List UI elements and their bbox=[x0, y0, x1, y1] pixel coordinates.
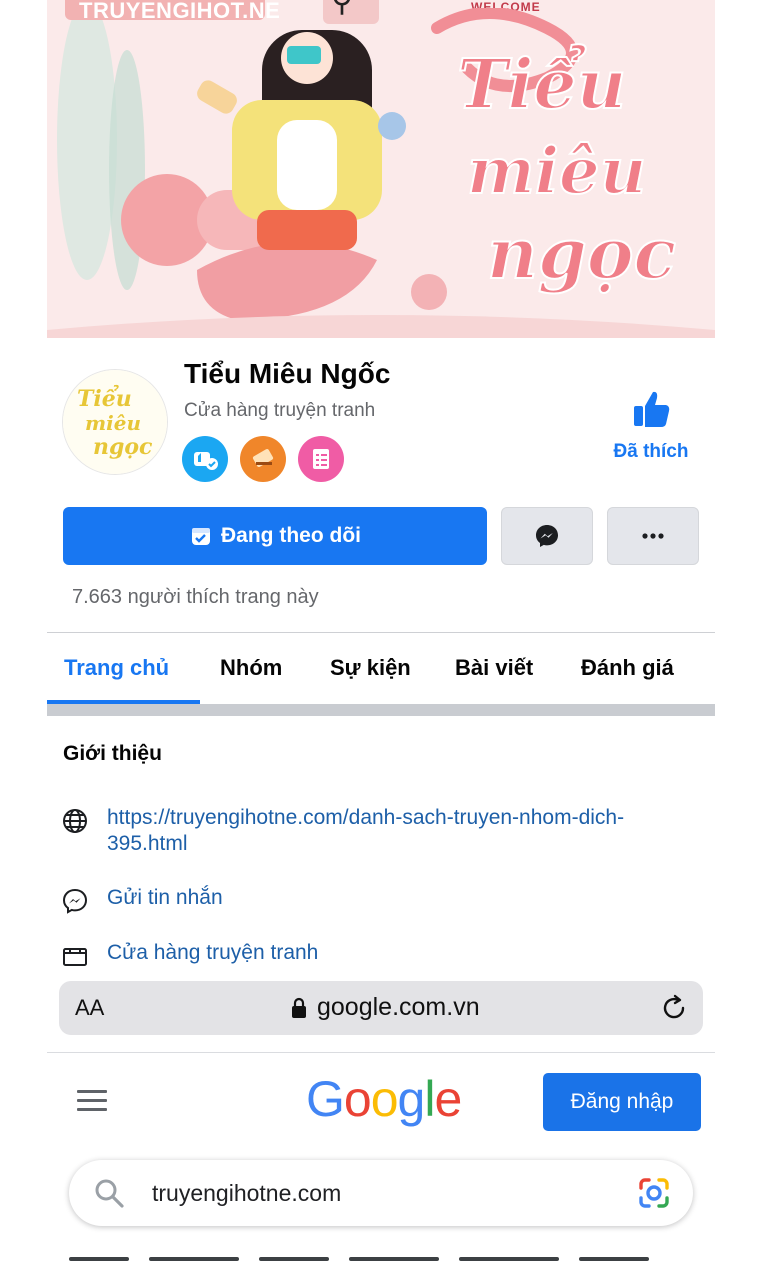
google-logo-letter: o bbox=[343, 1071, 372, 1127]
avatar-line2: miêu bbox=[85, 411, 141, 435]
intro-website-row: https://truyengihotne.com/danh-sach-truy… bbox=[61, 805, 667, 857]
google-logo-letter: g bbox=[397, 1071, 426, 1127]
tab-groups[interactable]: Nhóm bbox=[220, 655, 282, 681]
facebook-page-screen: TRUYENGIHOT.NE ⚲ WELCOME Tiểu miêu ngọc … bbox=[47, 0, 715, 1261]
cover-brand-text: TRUYENGIHOT.NE bbox=[79, 0, 281, 23]
text-size-button[interactable]: AA bbox=[75, 995, 104, 1021]
cover-script-logo: Tiểu miêu ngọc bbox=[431, 8, 677, 296]
google-logo[interactable]: Google bbox=[306, 1070, 462, 1128]
cover-brand-tag: TRUYENGIHOT.NE bbox=[65, 0, 280, 23]
category-link[interactable]: Cửa hàng truyện tranh bbox=[107, 940, 318, 966]
google-top-border bbox=[47, 1052, 715, 1053]
more-options-button[interactable] bbox=[607, 507, 699, 565]
thumbs-up-icon bbox=[634, 391, 670, 427]
checklist-badge-icon[interactable] bbox=[298, 436, 344, 482]
page-avatar[interactable]: Tiểu miêu ngọc bbox=[62, 369, 168, 475]
section-separator bbox=[47, 704, 715, 716]
following-button[interactable]: Đang theo dõi bbox=[63, 507, 487, 565]
intro-heading: Giới thiệu bbox=[63, 742, 162, 765]
avatar-line1: Tiểu bbox=[77, 384, 132, 412]
cover-search-tag: ⚲ bbox=[323, 0, 379, 24]
cover-search-icon: ⚲ bbox=[331, 0, 353, 18]
following-check-icon bbox=[192, 528, 210, 545]
badge-row bbox=[182, 436, 344, 484]
sign-in-label: Đăng nhập bbox=[570, 1090, 674, 1113]
top-fan-badge-icon[interactable] bbox=[182, 436, 228, 482]
tab-home[interactable]: Trang chủ bbox=[64, 655, 169, 681]
liked-label: Đã thích bbox=[613, 441, 689, 462]
search-input[interactable]: truyengihotne.com bbox=[152, 1180, 341, 1207]
search-icon bbox=[95, 1179, 124, 1208]
cut-off-text-row bbox=[69, 1246, 689, 1261]
globe-icon bbox=[63, 809, 87, 833]
page-title: Tiểu Miêu Ngốc bbox=[184, 358, 391, 389]
likes-count: 7.663 người thích trang này bbox=[72, 586, 319, 608]
menu-hamburger-icon[interactable] bbox=[77, 1090, 107, 1114]
messenger-outline-icon bbox=[62, 888, 88, 914]
google-search-box[interactable]: truyengihotne.com bbox=[69, 1160, 693, 1226]
send-message-link[interactable]: Gửi tin nhắn bbox=[107, 885, 223, 911]
cover-script-line3: ngọc bbox=[487, 212, 676, 295]
tab-events[interactable]: Sự kiện bbox=[330, 655, 411, 681]
intro-category-row: Cửa hàng truyện tranh bbox=[61, 940, 318, 970]
google-lens-icon[interactable] bbox=[637, 1176, 671, 1210]
cover-script-line2: miêu bbox=[467, 134, 646, 209]
sign-in-button[interactable]: Đăng nhập bbox=[543, 1073, 701, 1131]
url-display[interactable]: google.com.vn bbox=[291, 993, 480, 1022]
divider bbox=[47, 632, 715, 633]
more-icon bbox=[642, 533, 664, 539]
page-category: Cửa hàng truyện tranh bbox=[184, 400, 376, 421]
url-text: google.com.vn bbox=[317, 993, 480, 1021]
page-tabs: Trang chủ Nhóm Sự kiện Bài viết Đánh giá bbox=[47, 636, 715, 702]
intro-message-row: Gửi tin nhắn bbox=[61, 885, 223, 915]
google-logo-letter: o bbox=[370, 1071, 399, 1127]
lock-icon bbox=[292, 997, 306, 1018]
reload-icon[interactable] bbox=[659, 993, 689, 1023]
category-tag-icon bbox=[63, 948, 87, 966]
text-size-label: AA bbox=[75, 995, 105, 1020]
liked-button[interactable]: Đã thích bbox=[601, 388, 701, 468]
google-logo-letter: G bbox=[306, 1071, 345, 1127]
cover-script-line1: Tiểu bbox=[457, 45, 626, 125]
messenger-icon bbox=[536, 525, 558, 547]
creator-badge-icon[interactable] bbox=[240, 436, 286, 482]
cover-photo[interactable]: TRUYENGIHOT.NE ⚲ WELCOME Tiểu miêu ngọc bbox=[47, 0, 715, 338]
tab-posts[interactable]: Bài viết bbox=[455, 655, 533, 681]
tab-reviews[interactable]: Đánh giá bbox=[581, 655, 674, 681]
avatar-line3: ngọc bbox=[93, 434, 153, 460]
google-logo-letter: l bbox=[424, 1071, 435, 1127]
avatar-logo: Tiểu miêu ngọc bbox=[63, 370, 167, 474]
browser-address-bar[interactable]: AA google.com.vn bbox=[59, 981, 703, 1035]
website-link[interactable]: https://truyengihotne.com/danh-sach-truy… bbox=[107, 805, 667, 857]
following-label: Đang theo dõi bbox=[221, 524, 361, 547]
google-logo-letter: e bbox=[434, 1071, 462, 1127]
messenger-button[interactable] bbox=[501, 507, 593, 565]
